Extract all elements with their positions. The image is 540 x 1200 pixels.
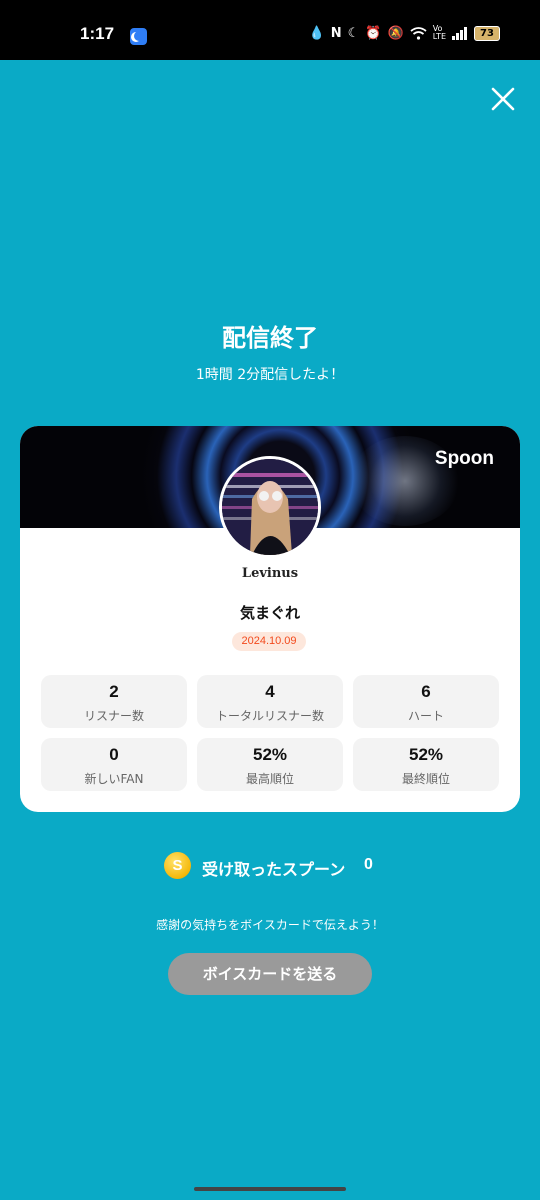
stat-hearts: 6 ハート	[353, 675, 499, 728]
stat-label: 新しいFAN	[84, 772, 144, 786]
broadcast-duration: 1時間 2分配信したよ！	[195, 367, 345, 383]
status-time: 1:17	[80, 24, 115, 43]
stream-title: 気まぐれ	[239, 604, 300, 622]
wifi-icon	[410, 26, 427, 40]
stat-listeners: 2 リスナー数	[41, 675, 187, 728]
nfc-icon: N	[330, 25, 342, 41]
status-bar: 1:17 💧 N ☾ ⏰ 🔕 Vo LTE 73	[0, 0, 540, 60]
stat-label: 最高順位	[245, 772, 294, 786]
status-icons: 💧 N ☾ ⏰ 🔕 Vo LTE 73	[309, 25, 500, 41]
stat-value: 52%	[408, 745, 444, 764]
stat-highest-rank: 52% 最高順位	[197, 738, 343, 791]
signal-icon	[452, 26, 467, 40]
send-voice-card-button[interactable]: ボイスカードを送る	[168, 953, 372, 995]
received-spoons: S 受け取ったスプーン 0	[0, 852, 540, 882]
stat-value: 52%	[252, 745, 288, 764]
stat-label: ハート	[407, 709, 444, 723]
spoons-label: 受け取ったスプーン	[202, 860, 346, 879]
stat-label: トータルリスナー数	[215, 709, 324, 723]
stat-value: 4	[265, 682, 275, 701]
page-title: 配信終了	[222, 324, 318, 352]
stat-value: 6	[421, 682, 431, 701]
alarm-icon: ⏰	[365, 25, 382, 41]
spoons-count: 0	[364, 856, 373, 873]
stat-label: リスナー数	[83, 709, 144, 723]
moon-notification-icon	[130, 28, 147, 45]
username: Levinus	[241, 566, 299, 581]
broadcast-summary-card: Spoon Levinus 気まぐれ 2024.10.09 2 リスナー数 4 …	[20, 426, 520, 812]
moon-icon: ☾	[347, 25, 360, 41]
water-drop-icon: 💧	[308, 25, 325, 41]
mute-icon: 🔕	[387, 25, 404, 41]
stat-value: 0	[109, 745, 119, 764]
stat-final-rank: 52% 最終順位	[353, 738, 499, 791]
stat-total-listeners: 4 トータルリスナー数	[197, 675, 343, 728]
brand-logo: Spoon	[434, 448, 494, 469]
avatar	[219, 456, 321, 558]
date-badge: 2024.10.09	[232, 632, 306, 651]
stat-value: 2	[109, 682, 119, 701]
thanks-message: 感謝の気持ちをボイスカードで伝えよう！	[156, 918, 384, 932]
volte-icon: Vo LTE	[432, 24, 446, 41]
close-icon[interactable]	[488, 84, 518, 114]
stat-label: 最終順位	[401, 772, 450, 786]
spoon-coin-icon: S	[164, 852, 191, 879]
avatar-image	[222, 459, 318, 555]
home-indicator[interactable]	[194, 1187, 346, 1191]
stat-new-fans: 0 新しいFAN	[41, 738, 187, 791]
battery-icon: 73	[474, 25, 500, 41]
